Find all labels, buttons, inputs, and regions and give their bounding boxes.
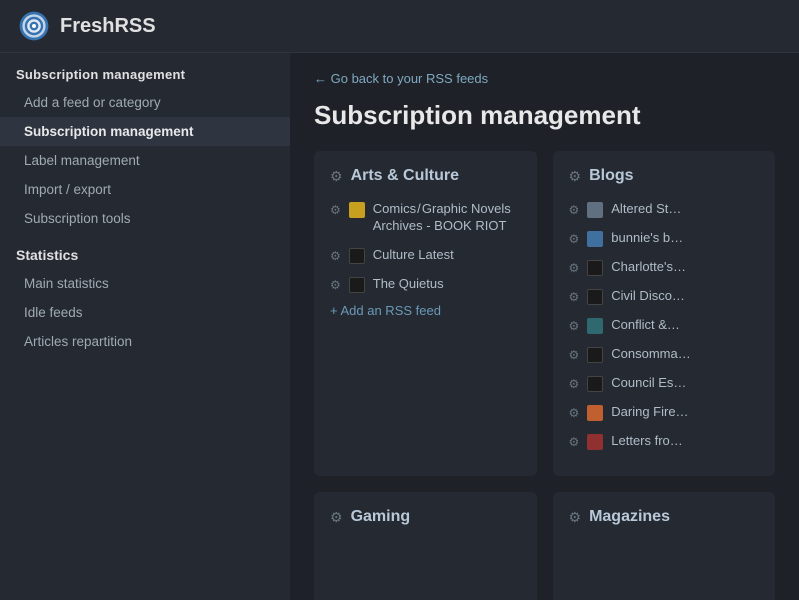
feed-name-b5: Conflict &… <box>611 317 680 334</box>
sidebar-section-subscription: Subscription management <box>0 53 290 88</box>
add-feed-link-arts[interactable]: + Add an RSS feed <box>330 303 521 318</box>
feed-name-b3: Charlotte's… <box>611 259 686 276</box>
feed-gear-icon-3[interactable]: ⚙ <box>330 278 341 292</box>
feed-name-b7: Council Es… <box>611 375 686 392</box>
feed-name-b2: bunnie's b… <box>611 230 683 247</box>
feed-name-b1: Altered St… <box>611 201 681 218</box>
sidebar-item-add-feed[interactable]: Add a feed or category <box>0 88 290 117</box>
sidebar-section-statistics: Statistics <box>0 233 290 269</box>
feed-gear-icon-b6[interactable]: ⚙ <box>569 348 580 362</box>
feed-item-b7: ⚙ Council Es… <box>569 373 760 394</box>
feed-item-b6: ⚙ Consomma… <box>569 344 760 365</box>
sidebar-item-subscription-tools[interactable]: Subscription tools <box>0 204 290 233</box>
feed-favicon-b5 <box>587 318 603 334</box>
sidebar: Subscription management Add a feed or ca… <box>0 53 290 600</box>
feed-gear-icon-1[interactable]: ⚙ <box>330 203 341 217</box>
feed-gear-icon-b1[interactable]: ⚙ <box>569 203 580 217</box>
sidebar-item-import-export[interactable]: Import / export <box>0 175 290 204</box>
feed-gear-icon-b8[interactable]: ⚙ <box>569 406 580 420</box>
category-header-blogs: ⚙ Blogs <box>569 167 760 185</box>
sidebar-item-label-management[interactable]: Label management <box>0 146 290 175</box>
sidebar-item-main-statistics[interactable]: Main statistics <box>0 269 290 298</box>
main-content: ← Go back to your RSS feeds Subscription… <box>290 53 799 600</box>
category-gear-icon-arts[interactable]: ⚙ <box>330 168 343 185</box>
feed-name-b6: Consomma… <box>611 346 690 363</box>
back-link[interactable]: ← Go back to your RSS feeds <box>314 71 775 86</box>
feed-item-b4: ⚙ Civil Disco… <box>569 286 760 307</box>
feed-favicon-b4 <box>587 289 603 305</box>
feed-name-b4: Civil Disco… <box>611 288 685 305</box>
app-header: FreshRSS <box>0 0 799 53</box>
feed-favicon-b1 <box>587 202 603 218</box>
feed-gear-icon-b9[interactable]: ⚙ <box>569 435 580 449</box>
feed-name-3: The Quietus <box>373 276 444 293</box>
feed-item-3: ⚙ The Quietus <box>330 274 521 295</box>
sidebar-item-articles-repartition[interactable]: Articles repartition <box>0 327 290 356</box>
category-gear-icon-gaming[interactable]: ⚙ <box>330 509 343 526</box>
feed-item-1: ⚙ Comics / Graphic Novels Archives - BOO… <box>330 199 521 237</box>
feed-favicon-b3 <box>587 260 603 276</box>
feed-gear-icon-b5[interactable]: ⚙ <box>569 319 580 333</box>
feed-gear-icon-b4[interactable]: ⚙ <box>569 290 580 304</box>
feed-gear-icon-2[interactable]: ⚙ <box>330 249 341 263</box>
feed-favicon-b6 <box>587 347 603 363</box>
feed-name-b9: Letters fro… <box>611 433 683 450</box>
category-name-gaming: Gaming <box>351 508 411 526</box>
feed-gear-icon-b3[interactable]: ⚙ <box>569 261 580 275</box>
category-header-arts: ⚙ Arts & Culture <box>330 167 521 185</box>
feed-favicon-b7 <box>587 376 603 392</box>
category-card-blogs: ⚙ Blogs ⚙ Altered St… ⚙ bunnie's b… ⚙ Ch… <box>553 151 776 476</box>
category-header-gaming: ⚙ Gaming <box>330 508 521 526</box>
category-gear-icon-blogs[interactable]: ⚙ <box>569 168 582 185</box>
feed-item-b9: ⚙ Letters fro… <box>569 431 760 452</box>
category-card-gaming: ⚙ Gaming <box>314 492 537 600</box>
feed-gear-icon-b2[interactable]: ⚙ <box>569 232 580 246</box>
category-name-blogs: Blogs <box>589 167 633 185</box>
feed-item-b1: ⚙ Altered St… <box>569 199 760 220</box>
feed-favicon-b9 <box>587 434 603 450</box>
feed-name-b8: Daring Fire… <box>611 404 688 421</box>
category-card-arts-culture: ⚙ Arts & Culture ⚙ Comics / Graphic Nove… <box>314 151 537 476</box>
feed-favicon-1 <box>349 202 365 218</box>
category-name-magazines: Magazines <box>589 508 670 526</box>
category-card-magazines: ⚙ Magazines <box>553 492 776 600</box>
feed-favicon-b8 <box>587 405 603 421</box>
feed-item-2: ⚙ Culture Latest <box>330 245 521 266</box>
page-title: Subscription management <box>314 100 775 131</box>
feed-favicon-3 <box>349 277 365 293</box>
category-gear-icon-magazines[interactable]: ⚙ <box>569 509 582 526</box>
feed-name-2: Culture Latest <box>373 247 454 264</box>
sidebar-item-idle-feeds[interactable]: Idle feeds <box>0 298 290 327</box>
categories-grid: ⚙ Arts & Culture ⚙ Comics / Graphic Nove… <box>314 151 775 600</box>
sidebar-item-subscription-management[interactable]: Subscription management <box>0 117 290 146</box>
category-header-magazines: ⚙ Magazines <box>569 508 760 526</box>
freshrss-logo-icon <box>18 10 50 42</box>
feed-item-b5: ⚙ Conflict &… <box>569 315 760 336</box>
feed-item-b3: ⚙ Charlotte's… <box>569 257 760 278</box>
app-title: FreshRSS <box>60 15 156 38</box>
feed-name-1: Comics / Graphic Novels Archives - BOOK … <box>373 201 521 235</box>
feed-item-b8: ⚙ Daring Fire… <box>569 402 760 423</box>
feed-gear-icon-b7[interactable]: ⚙ <box>569 377 580 391</box>
category-name-arts: Arts & Culture <box>351 167 459 185</box>
feed-favicon-2 <box>349 248 365 264</box>
feed-favicon-b2 <box>587 231 603 247</box>
feed-item-b2: ⚙ bunnie's b… <box>569 228 760 249</box>
